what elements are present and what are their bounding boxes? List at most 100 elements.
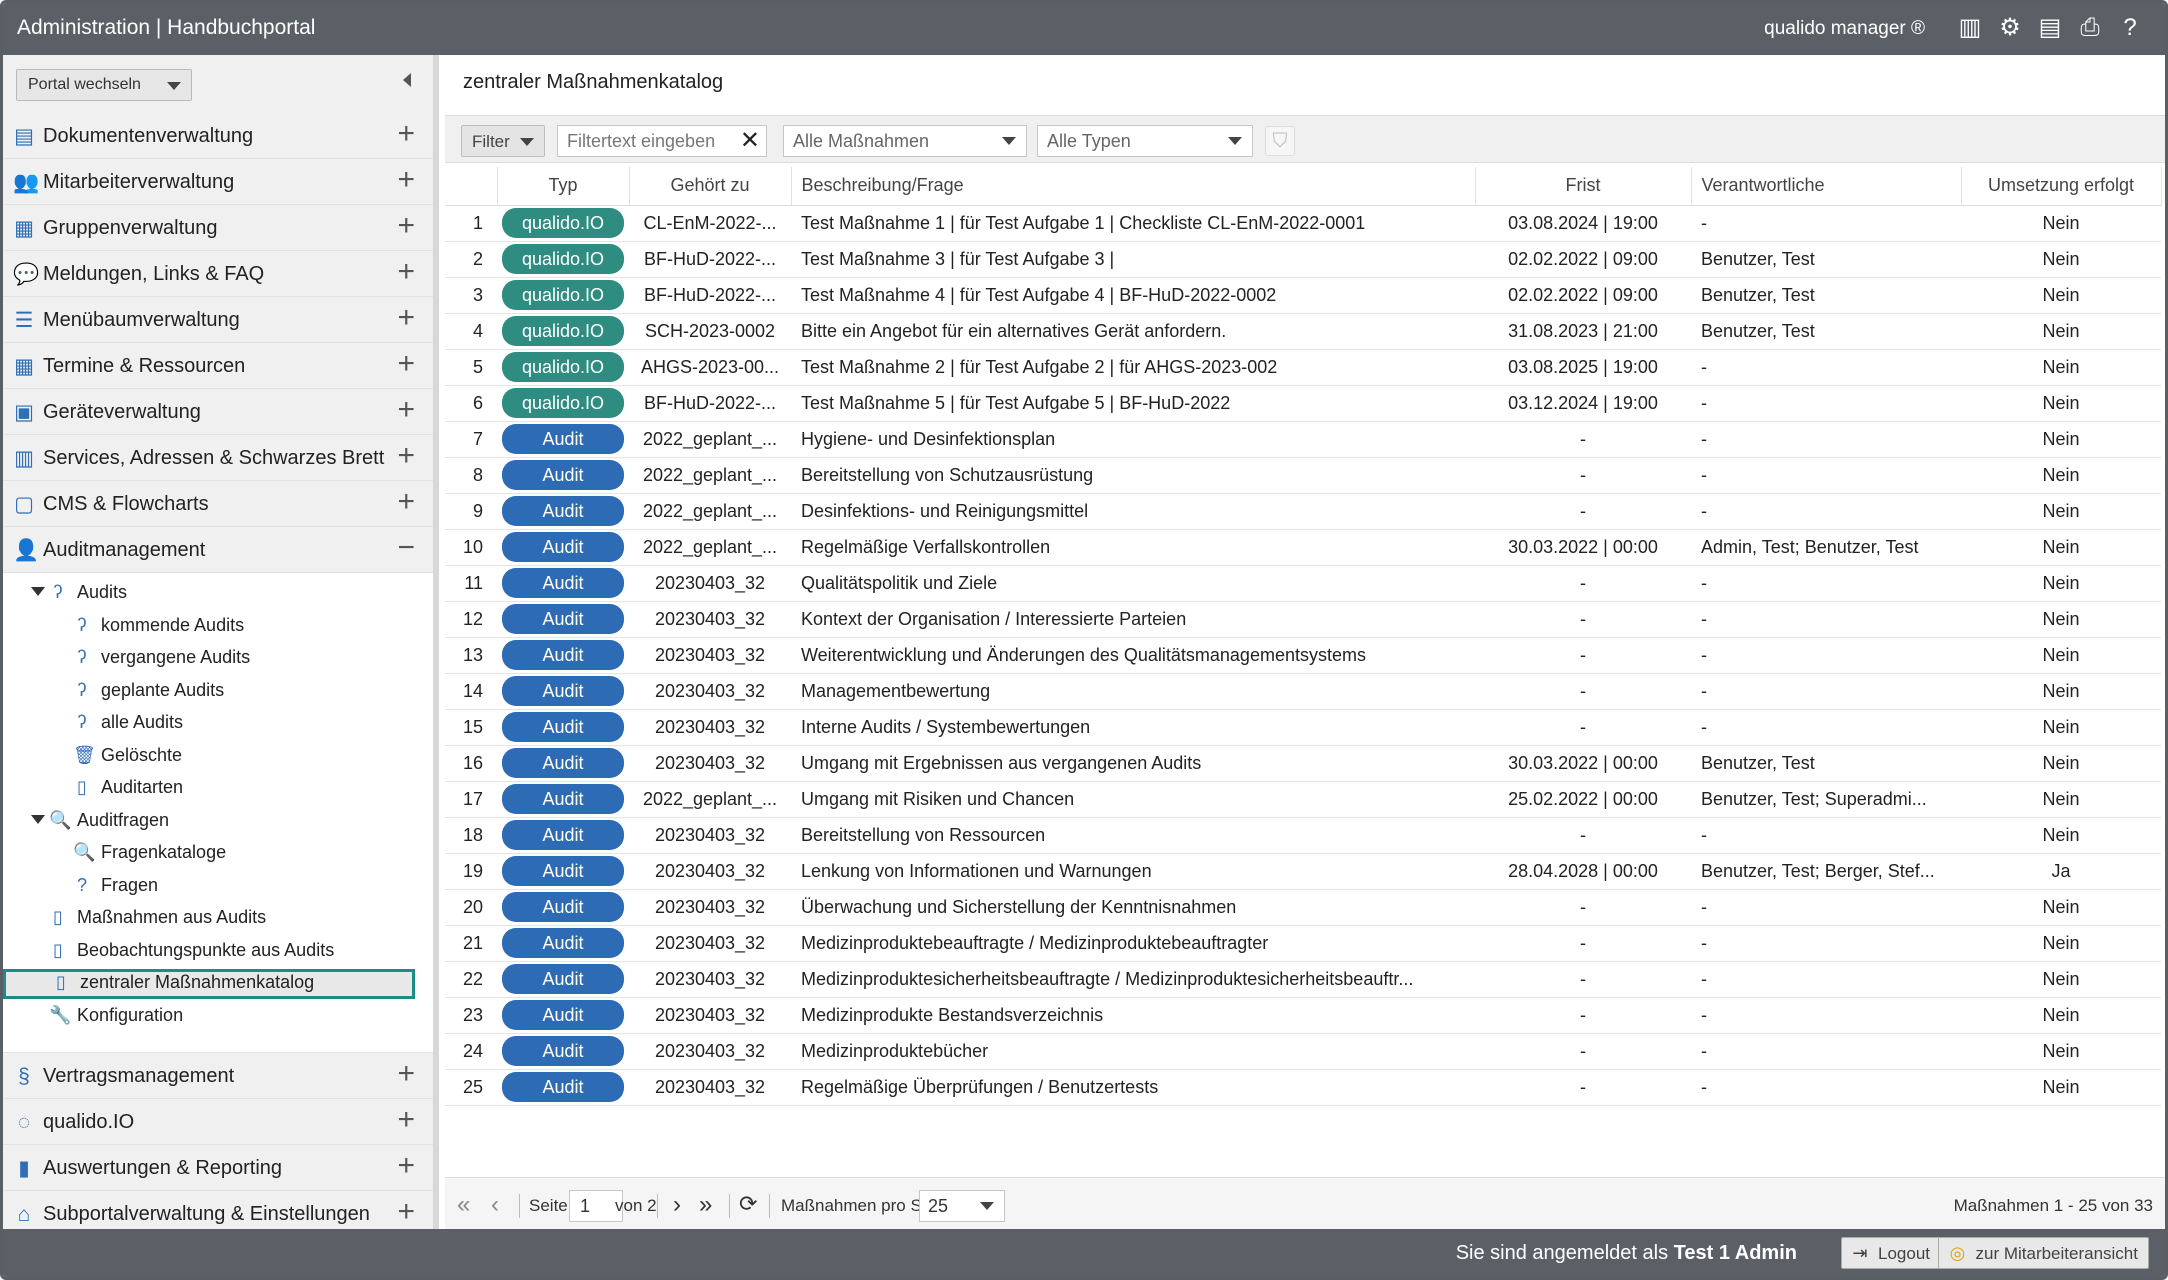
deadline-cell: - bbox=[1475, 421, 1691, 458]
expand-plus-icon[interactable]: + bbox=[397, 441, 415, 471]
help-icon[interactable]: ? bbox=[2117, 13, 2143, 43]
column-header-type[interactable]: Typ bbox=[497, 167, 630, 206]
sidebar-item-documents[interactable]: ▤ Dokumentenverwaltung + bbox=[3, 113, 433, 159]
sidebar-item-label: Subportalverwaltung & Einstellungen bbox=[43, 1203, 370, 1225]
table-row[interactable]: 3 qualido.IO BF-HuD-2022-... Test Maßnahme … bbox=[445, 277, 2161, 314]
table-row[interactable]: 10 Audit 2022_geplant_... Regelmäßige Verfa… bbox=[445, 529, 2161, 566]
belongs-to-cell: 20230403_32 bbox=[629, 961, 791, 998]
refresh-icon[interactable]: ⟳ bbox=[739, 1191, 757, 1217]
tree-toggle-icon[interactable] bbox=[31, 814, 45, 824]
portal-switch-dropdown[interactable]: Portal wechseln bbox=[16, 69, 192, 101]
sidebar-item-auditor[interactable]: 👤 Auditmanagement − bbox=[3, 527, 433, 573]
expand-plus-icon[interactable]: + bbox=[397, 165, 415, 195]
measures-select[interactable]: Alle Maßnahmen bbox=[783, 125, 1027, 157]
expand-plus-icon[interactable]: + bbox=[397, 1151, 415, 1181]
table-row[interactable]: 20 Audit 20230403_32 Überwachung und Sicher… bbox=[445, 889, 2161, 926]
collapse-sidebar-icon[interactable] bbox=[403, 73, 411, 87]
expand-plus-icon[interactable]: + bbox=[397, 1059, 415, 1089]
table-row[interactable]: 4 qualido.IO SCH-2023-0002 Bitte ein Angebo… bbox=[445, 313, 2161, 350]
table-row[interactable]: 7 Audit 2022_geplant_... Hygiene- und Desin… bbox=[445, 421, 2161, 458]
table-row[interactable]: 17 Audit 2022_geplant_... Umgang mit Risike… bbox=[445, 781, 2161, 818]
collapse-icon[interactable]: − bbox=[397, 533, 415, 563]
print-icon[interactable]: ⎙ bbox=[2077, 13, 2103, 43]
filter-button[interactable]: Filter bbox=[461, 125, 545, 157]
clear-filter-icon[interactable]: ✕ bbox=[740, 126, 760, 155]
expand-plus-icon[interactable]: + bbox=[397, 1105, 415, 1135]
responsible-cell: - bbox=[1691, 637, 1961, 674]
table-row[interactable]: 25 Audit 20230403_32 Regelmäßige Überprüfun… bbox=[445, 1069, 2161, 1106]
table-row[interactable]: 21 Audit 20230403_32 Medizinproduktebeauftr… bbox=[445, 925, 2161, 962]
column-header-deadline[interactable]: Frist bbox=[1475, 167, 1692, 206]
sidebar-item-label: Services, Adressen & Schwarzes Brett bbox=[43, 447, 385, 469]
sidebar-item-paragraph[interactable]: § Vertragsmanagement + bbox=[3, 1053, 433, 1099]
table-row[interactable]: 5 qualido.IO AHGS-2023-00... Test Maßnahme … bbox=[445, 349, 2161, 386]
table-row[interactable]: 9 Audit 2022_geplant_... Desinfektions- und… bbox=[445, 493, 2161, 530]
sidebar-item-device[interactable]: ▣ Geräteverwaltung + bbox=[3, 389, 433, 435]
barcode-icon[interactable]: ▥ bbox=[1957, 13, 1983, 43]
expand-plus-icon[interactable]: + bbox=[397, 395, 415, 425]
funnel-filter-icon[interactable]: ⛉ bbox=[1265, 126, 1295, 156]
table-row[interactable]: 14 Audit 20230403_32 Managementbewertung - - N… bbox=[445, 673, 2161, 710]
sidebar-item-calendar[interactable]: ▦ Termine & Ressourcen + bbox=[3, 343, 433, 389]
settings-cogs-icon[interactable]: ⚙ bbox=[1997, 13, 2023, 43]
row-index: 19 bbox=[445, 853, 497, 890]
done-cell: Nein bbox=[1961, 961, 2161, 998]
expand-plus-icon[interactable]: + bbox=[397, 487, 415, 517]
logout-button[interactable]: ⇥ Logout bbox=[1841, 1237, 1941, 1269]
sidebar-item-bar-chart[interactable]: ▮ Auswertungen & Reporting + bbox=[3, 1145, 433, 1191]
table-row[interactable]: 24 Audit 20230403_32 Medizinproduktebücher -… bbox=[445, 1033, 2161, 1070]
sidebar-item-speech-bubble[interactable]: 💬 Meldungen, Links & FAQ + bbox=[3, 251, 433, 297]
table-row[interactable]: 12 Audit 20230403_32 Kontext der Organisati… bbox=[445, 601, 2161, 638]
logout-label: Logout bbox=[1878, 1244, 1930, 1263]
column-header-done[interactable]: Umsetzung erfolgt bbox=[1961, 167, 2162, 206]
types-select[interactable]: Alle Typen bbox=[1037, 125, 1253, 157]
table-row[interactable]: 8 Audit 2022_geplant_... Bereitstellung von… bbox=[445, 457, 2161, 494]
deadline-cell: - bbox=[1475, 997, 1691, 1034]
table-row[interactable]: 13 Audit 20230403_32 Weiterentwicklung und … bbox=[445, 637, 2161, 674]
tree-toggle-icon[interactable] bbox=[31, 587, 45, 596]
table-row[interactable]: 6 qualido.IO BF-HuD-2022-... Test Maßnahme … bbox=[445, 385, 2161, 422]
table-row[interactable]: 16 Audit 20230403_32 Umgang mit Ergebnissen… bbox=[445, 745, 2161, 782]
column-header-index[interactable] bbox=[445, 167, 498, 206]
first-page-icon[interactable]: « bbox=[457, 1191, 470, 1219]
type-badge: Audit bbox=[502, 964, 624, 994]
expand-plus-icon[interactable]: + bbox=[397, 257, 415, 287]
table-row[interactable]: 1 qualido.IO CL-EnM-2022-... Test Maßnahme … bbox=[445, 205, 2161, 242]
table-row[interactable]: 19 Audit 20230403_32 Lenkung von Informatio… bbox=[445, 853, 2161, 890]
column-header-description[interactable]: Beschreibung/Frage bbox=[791, 167, 1476, 206]
table-row[interactable]: 22 Audit 20230403_32 Medizinproduktesicherh… bbox=[445, 961, 2161, 998]
expand-plus-icon[interactable]: + bbox=[397, 1197, 415, 1227]
speech-bubble-icon: 💬 bbox=[13, 263, 40, 286]
column-header-belongs[interactable]: Gehört zu bbox=[629, 167, 792, 206]
done-cell: Nein bbox=[1961, 1069, 2161, 1106]
filter-text-input[interactable]: Filtertext eingeben ✕ bbox=[557, 125, 767, 157]
sidebar-item-list[interactable]: ☰ Menübaumverwaltung + bbox=[3, 297, 433, 343]
sidebar-item-address-book[interactable]: ▥ Services, Adressen & Schwarzes Brett + bbox=[3, 435, 433, 481]
belongs-to-cell: 20230403_32 bbox=[629, 745, 791, 782]
per-page-select[interactable]: 25 bbox=[919, 1190, 1005, 1222]
previous-page-icon[interactable]: ‹ bbox=[491, 1191, 499, 1219]
expand-plus-icon[interactable]: + bbox=[397, 211, 415, 241]
table-row[interactable]: 18 Audit 20230403_32 Bereitstellung von Res… bbox=[445, 817, 2161, 854]
tree-node[interactable]: ▯ zentraler Maßnahmenkatalog bbox=[3, 969, 415, 999]
next-page-icon[interactable]: › bbox=[673, 1191, 681, 1219]
expand-plus-icon[interactable]: + bbox=[397, 119, 415, 149]
table-row[interactable]: 23 Audit 20230403_32 Medizinprodukte Bestan… bbox=[445, 997, 2161, 1034]
employee-view-button[interactable]: ◎ zur Mitarbeiteransicht bbox=[1938, 1237, 2149, 1269]
table-row[interactable]: 15 Audit 20230403_32 Interne Audits / Syste… bbox=[445, 709, 2161, 746]
column-header-responsible[interactable]: Verantwortliche bbox=[1691, 167, 1962, 206]
row-index: 12 bbox=[445, 601, 497, 638]
description-cell: Medizinproduktebücher bbox=[791, 1033, 1475, 1070]
top-bar: Administration | Handbuchportal qualido … bbox=[3, 3, 2165, 55]
sidebar-item-group-edit[interactable]: ▦ Gruppenverwaltung + bbox=[3, 205, 433, 251]
expand-plus-icon[interactable]: + bbox=[397, 349, 415, 379]
sidebar-item-users[interactable]: 👥 Mitarbeiterverwaltung + bbox=[3, 159, 433, 205]
sidebar-item-qualido-io[interactable]: ◌ qualido.IO + bbox=[3, 1099, 433, 1145]
table-row[interactable]: 11 Audit 20230403_32 Qualitätspolitik und Z… bbox=[445, 565, 2161, 602]
xls-export-icon[interactable]: ▤ bbox=[2037, 13, 2063, 43]
last-page-icon[interactable]: » bbox=[699, 1191, 712, 1219]
sidebar-item-cms[interactable]: ▢ CMS & Flowcharts + bbox=[3, 481, 433, 527]
row-index: 18 bbox=[445, 817, 497, 854]
expand-plus-icon[interactable]: + bbox=[397, 303, 415, 333]
table-row[interactable]: 2 qualido.IO BF-HuD-2022-... Test Maßnahme … bbox=[445, 241, 2161, 278]
